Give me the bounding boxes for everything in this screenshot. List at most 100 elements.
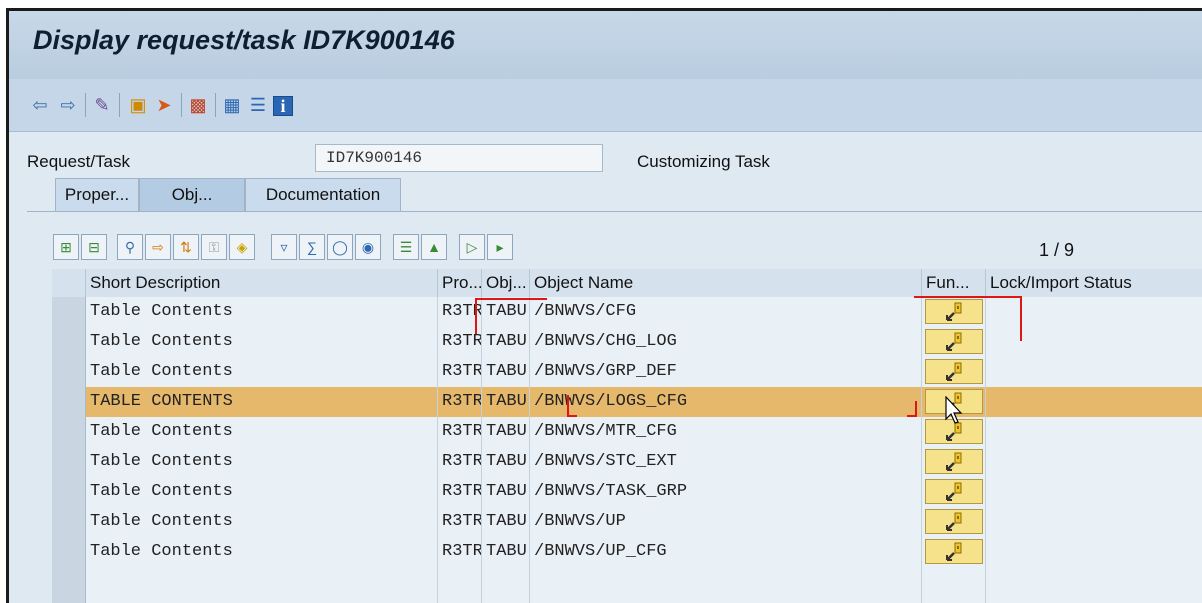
total-icon[interactable]: ∑ xyxy=(299,234,325,260)
key-icon xyxy=(946,542,962,561)
export-icon[interactable]: ▷ xyxy=(459,234,485,260)
request-task-description: Customizing Task xyxy=(637,152,770,171)
tab-label: Documentation xyxy=(265,185,381,204)
cell-program-id xyxy=(438,597,482,603)
annotation-mark xyxy=(914,296,1022,298)
key-function-button[interactable] xyxy=(925,329,983,354)
cell-object-type: TABU xyxy=(482,387,530,417)
cell-object-type xyxy=(482,597,530,603)
key-icon[interactable]: ◈ xyxy=(229,234,255,260)
tab-objects[interactable]: Obj... xyxy=(139,178,245,212)
col-short-description[interactable]: Short Description xyxy=(86,269,438,297)
col-object-name[interactable]: Object Name xyxy=(530,269,922,297)
cell-object-name: /BNWVS/STC_EXT xyxy=(530,447,922,477)
release-icon[interactable]: ➤ xyxy=(153,94,175,116)
col-function[interactable]: Fun... xyxy=(922,269,986,297)
select-icon[interactable]: ⇨ xyxy=(145,234,171,260)
cell-object-name xyxy=(530,567,922,597)
sort-icon[interactable]: ⇅ xyxy=(173,234,199,260)
page-counter: 1 / 9 xyxy=(1039,240,1075,260)
key-function-button[interactable] xyxy=(925,359,983,384)
row-selector[interactable] xyxy=(52,507,86,537)
cell-function xyxy=(922,567,986,597)
cell-short-description xyxy=(86,567,438,597)
find-icon[interactable]: ◯ xyxy=(327,234,353,260)
object-list-icon[interactable]: ▣ xyxy=(127,94,149,116)
truck-icon[interactable]: ▩ xyxy=(187,94,209,116)
collapse-icon[interactable]: ▲ xyxy=(421,234,447,260)
cell-lock-import-status xyxy=(986,447,1202,477)
hierarchy-icon[interactable]: ▦ xyxy=(221,94,243,116)
find-next-icon[interactable]: ◉ xyxy=(355,234,381,260)
cell-lock-import-status xyxy=(986,357,1202,387)
table-row[interactable]: Table Contents R3TR TABU/BNWVS/STC_EXT xyxy=(52,447,1202,478)
row-selector[interactable] xyxy=(52,417,86,447)
table-row[interactable]: Table Contents R3TR TABU/BNWVS/CHG_LOG xyxy=(52,327,1202,358)
annotation-mark xyxy=(1020,296,1022,341)
tab-documentation[interactable]: Documentation xyxy=(245,178,401,212)
request-task-input[interactable]: ID7K900146 xyxy=(315,144,603,172)
toolbar-separator xyxy=(85,93,86,117)
table-row[interactable]: Table Contents R3TR TABU/BNWVS/TASK_GRP xyxy=(52,477,1202,508)
cell-lock-import-status xyxy=(986,297,1202,327)
cell-object-name: /BNWVS/GRP_DEF xyxy=(530,357,922,387)
delete-row-icon[interactable]: ⊟ xyxy=(81,234,107,260)
key-icon xyxy=(946,482,962,501)
back-arrow-icon[interactable]: ⇦ xyxy=(29,94,51,116)
row-selector[interactable] xyxy=(52,447,86,477)
key-function-button[interactable] xyxy=(925,299,983,324)
key-function-button[interactable] xyxy=(925,509,983,534)
col-program-id[interactable]: Pro... xyxy=(438,269,482,297)
row-selector[interactable] xyxy=(52,537,86,567)
row-selector[interactable] xyxy=(52,327,86,357)
layout-icon[interactable]: ▸ xyxy=(487,234,513,260)
col-object-type[interactable]: Obj... xyxy=(482,269,530,297)
cell-object-type: TABU xyxy=(482,357,530,387)
cell-program-id: R3TR xyxy=(438,387,482,417)
key-function-button[interactable] xyxy=(925,479,983,504)
row-selector[interactable] xyxy=(52,387,86,417)
tab-label: Proper... xyxy=(64,185,130,204)
row-selector[interactable] xyxy=(52,477,86,507)
cell-short-description: Table Contents xyxy=(86,537,438,567)
lock-icon[interactable]: ⚿ xyxy=(201,234,227,260)
cell-short-description: TABLE CONTENTS xyxy=(86,387,438,417)
cell-short-description xyxy=(86,597,438,603)
row-selector[interactable] xyxy=(52,567,86,597)
empty-table-row[interactable] xyxy=(52,597,1202,603)
cell-program-id: R3TR xyxy=(438,477,482,507)
cell-object-name: /BNWVS/UP_CFG xyxy=(530,537,922,567)
list-align-icon[interactable]: ☰ xyxy=(247,94,269,116)
mouse-cursor-icon xyxy=(945,396,963,424)
tab-strip: Proper... Obj... Documentation xyxy=(27,178,1197,212)
cell-lock-import-status xyxy=(986,507,1202,537)
cell-lock-import-status xyxy=(986,537,1202,567)
table-row[interactable]: Table Contents R3TR TABU/BNWVS/MTR_CFG xyxy=(52,417,1202,448)
table-row[interactable]: Table Contents R3TR TABU/BNWVS/CFG xyxy=(52,297,1202,328)
forward-arrow-icon[interactable]: ⇨ xyxy=(57,94,79,116)
annotation-mark xyxy=(475,298,477,334)
cell-object-type xyxy=(482,567,530,597)
insert-row-icon[interactable]: ⊞ xyxy=(53,234,79,260)
col-lock-import-status[interactable]: Lock/Import Status xyxy=(986,269,1202,297)
filter-icon[interactable]: ▿ xyxy=(271,234,297,260)
info-icon[interactable]: i xyxy=(273,96,293,116)
table-row[interactable]: TABLE CONTENTS R3TR TABU/BNWVS/LOGS_CFG xyxy=(52,387,1202,418)
row-selector[interactable] xyxy=(52,297,86,327)
key-function-button[interactable] xyxy=(925,539,983,564)
cell-program-id: R3TR xyxy=(438,357,482,387)
table-row[interactable]: Table Contents R3TR TABU/BNWVS/GRP_DEF xyxy=(52,357,1202,388)
select-all-cell[interactable] xyxy=(52,269,86,297)
table-row[interactable]: Table Contents R3TR TABU/BNWVS/UP xyxy=(52,507,1202,538)
app-window: Display request/task ID7K900146 ⇦ ⇨ ✎ ▣ … xyxy=(6,8,1202,603)
row-selector[interactable] xyxy=(52,597,86,603)
cell-lock-import-status xyxy=(986,327,1202,357)
row-selector[interactable] xyxy=(52,357,86,387)
empty-table-row[interactable] xyxy=(52,567,1202,598)
expand-icon[interactable]: ☰ xyxy=(393,234,419,260)
detail-icon[interactable]: ⚲ xyxy=(117,234,143,260)
key-function-button[interactable] xyxy=(925,449,983,474)
tab-properties[interactable]: Proper... xyxy=(55,178,139,212)
glasses-pencil-icon[interactable]: ✎ xyxy=(91,94,113,116)
table-row[interactable]: Table Contents R3TR TABU/BNWVS/UP_CFG xyxy=(52,537,1202,568)
